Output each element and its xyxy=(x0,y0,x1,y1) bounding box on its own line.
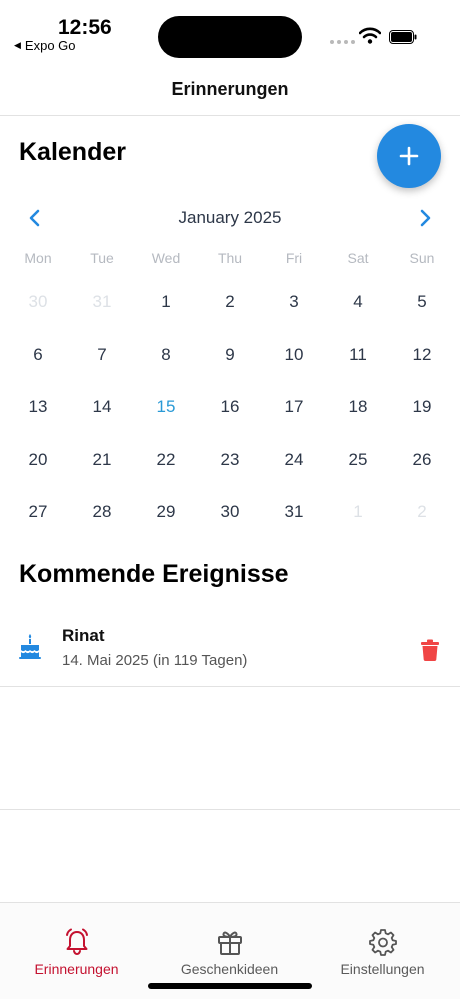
calendar-day[interactable]: 3 xyxy=(262,276,326,329)
calendar-day[interactable]: 31 xyxy=(262,486,326,539)
dynamic-island xyxy=(158,16,302,58)
calendar-day[interactable]: 18 xyxy=(326,381,390,434)
back-app-label: Expo Go xyxy=(24,38,76,53)
calendar-day[interactable]: 6 xyxy=(6,329,70,382)
calendar-day[interactable]: 10 xyxy=(262,329,326,382)
calendar-day[interactable]: 9 xyxy=(198,329,262,382)
calendar-day[interactable]: 2 xyxy=(198,276,262,329)
plus-icon xyxy=(399,146,419,166)
cellular-signal-icon xyxy=(330,40,355,44)
calendar-day[interactable]: 4 xyxy=(326,276,390,329)
status-bar: 12:56 ◀ Expo Go xyxy=(0,0,460,62)
weekday-label: Mon xyxy=(24,250,52,266)
calendar-day[interactable]: 11 xyxy=(326,329,390,382)
next-month-button[interactable] xyxy=(414,206,438,230)
weekday-label: Fri xyxy=(285,250,303,266)
gear-icon xyxy=(368,929,397,956)
tab-geschenkideen[interactable]: Geschenkideen xyxy=(153,927,306,977)
weekday-label: Wed xyxy=(151,250,181,266)
tab-label: Einstellungen xyxy=(340,961,425,977)
bell-icon xyxy=(65,928,88,956)
calendar-day[interactable]: 26 xyxy=(390,434,454,487)
month-navigation: January 2025 xyxy=(0,200,460,236)
calendar-day[interactable]: 25 xyxy=(326,434,390,487)
calendar-day-grid: 30 31 1 2 3 4 5 6 7 8 9 10 11 12 13 14 15 16 17 18 19 20 21 22 2… xyxy=(6,276,454,539)
nav-header: Erinnerungen xyxy=(0,62,460,116)
back-to-app-link[interactable]: ◀ Expo Go xyxy=(14,38,76,53)
calendar-day[interactable]: 12 xyxy=(390,329,454,382)
status-time: 12:56 xyxy=(58,16,112,39)
month-label: January 2025 xyxy=(178,208,282,227)
calendar-day-today[interactable]: 15 xyxy=(134,381,198,434)
calendar-day[interactable]: 30 xyxy=(198,486,262,539)
calendar-day[interactable]: 14 xyxy=(70,381,134,434)
calendar-day[interactable]: 21 xyxy=(70,434,134,487)
birthday-cake-icon xyxy=(19,634,41,659)
tab-erinnerungen[interactable]: Erinnerungen xyxy=(0,927,153,977)
weekday-label: Sun xyxy=(409,250,435,266)
list-divider xyxy=(0,809,460,810)
event-date: 14. Mai 2025 (in 119 Tagen) xyxy=(62,652,248,669)
calendar-day[interactable]: 8 xyxy=(134,329,198,382)
wifi-icon xyxy=(359,27,381,44)
calendar-day[interactable]: 7 xyxy=(70,329,134,382)
tab-einstellungen[interactable]: Einstellungen xyxy=(306,927,459,977)
event-list-item[interactable]: Rinat 14. Mai 2025 (in 119 Tagen) xyxy=(0,612,460,687)
home-indicator xyxy=(148,983,312,989)
calendar-day[interactable]: 13 xyxy=(6,381,70,434)
calendar-day[interactable]: 24 xyxy=(262,434,326,487)
weekday-label: Sat xyxy=(347,250,369,266)
calendar-day[interactable]: 17 xyxy=(262,381,326,434)
trash-icon xyxy=(421,639,439,661)
calendar-day[interactable]: 28 xyxy=(70,486,134,539)
weekday-label: Thu xyxy=(217,250,243,266)
calendar-day: 1 xyxy=(353,502,363,522)
calendar-day: 2 xyxy=(417,502,427,522)
delete-event-button[interactable] xyxy=(418,636,442,664)
calendar-day[interactable]: 22 xyxy=(134,434,198,487)
calendar-day[interactable]: 20 xyxy=(6,434,70,487)
calendar-day[interactable]: 19 xyxy=(390,381,454,434)
calendar-day[interactable]: 27 xyxy=(6,486,70,539)
battery-icon xyxy=(389,30,417,44)
add-event-button[interactable] xyxy=(377,124,441,188)
calendar-day[interactable]: 16 xyxy=(198,381,262,434)
tab-label: Geschenkideen xyxy=(180,961,279,977)
events-section-title: Kommende Ereignisse xyxy=(19,560,289,588)
calendar-section-title: Kalender xyxy=(19,138,126,166)
page-title: Erinnerungen xyxy=(171,79,289,99)
weekday-header-row: Mon Tue Wed Thu Fri Sat Sun xyxy=(6,250,454,270)
calendar-day[interactable]: 5 xyxy=(390,276,454,329)
calendar-day[interactable]: 23 xyxy=(198,434,262,487)
calendar-day[interactable]: 1 xyxy=(134,276,198,329)
tab-label: Erinnerungen xyxy=(34,961,119,977)
calendar-day: 30 xyxy=(28,292,48,312)
event-name: Rinat xyxy=(62,626,105,645)
gift-icon xyxy=(217,931,242,955)
calendar-day: 31 xyxy=(92,292,112,312)
chevron-right-icon xyxy=(420,209,431,227)
weekday-label: Tue xyxy=(90,250,114,266)
back-triangle-icon: ◀ xyxy=(14,40,21,50)
calendar-day[interactable]: 29 xyxy=(134,486,198,539)
